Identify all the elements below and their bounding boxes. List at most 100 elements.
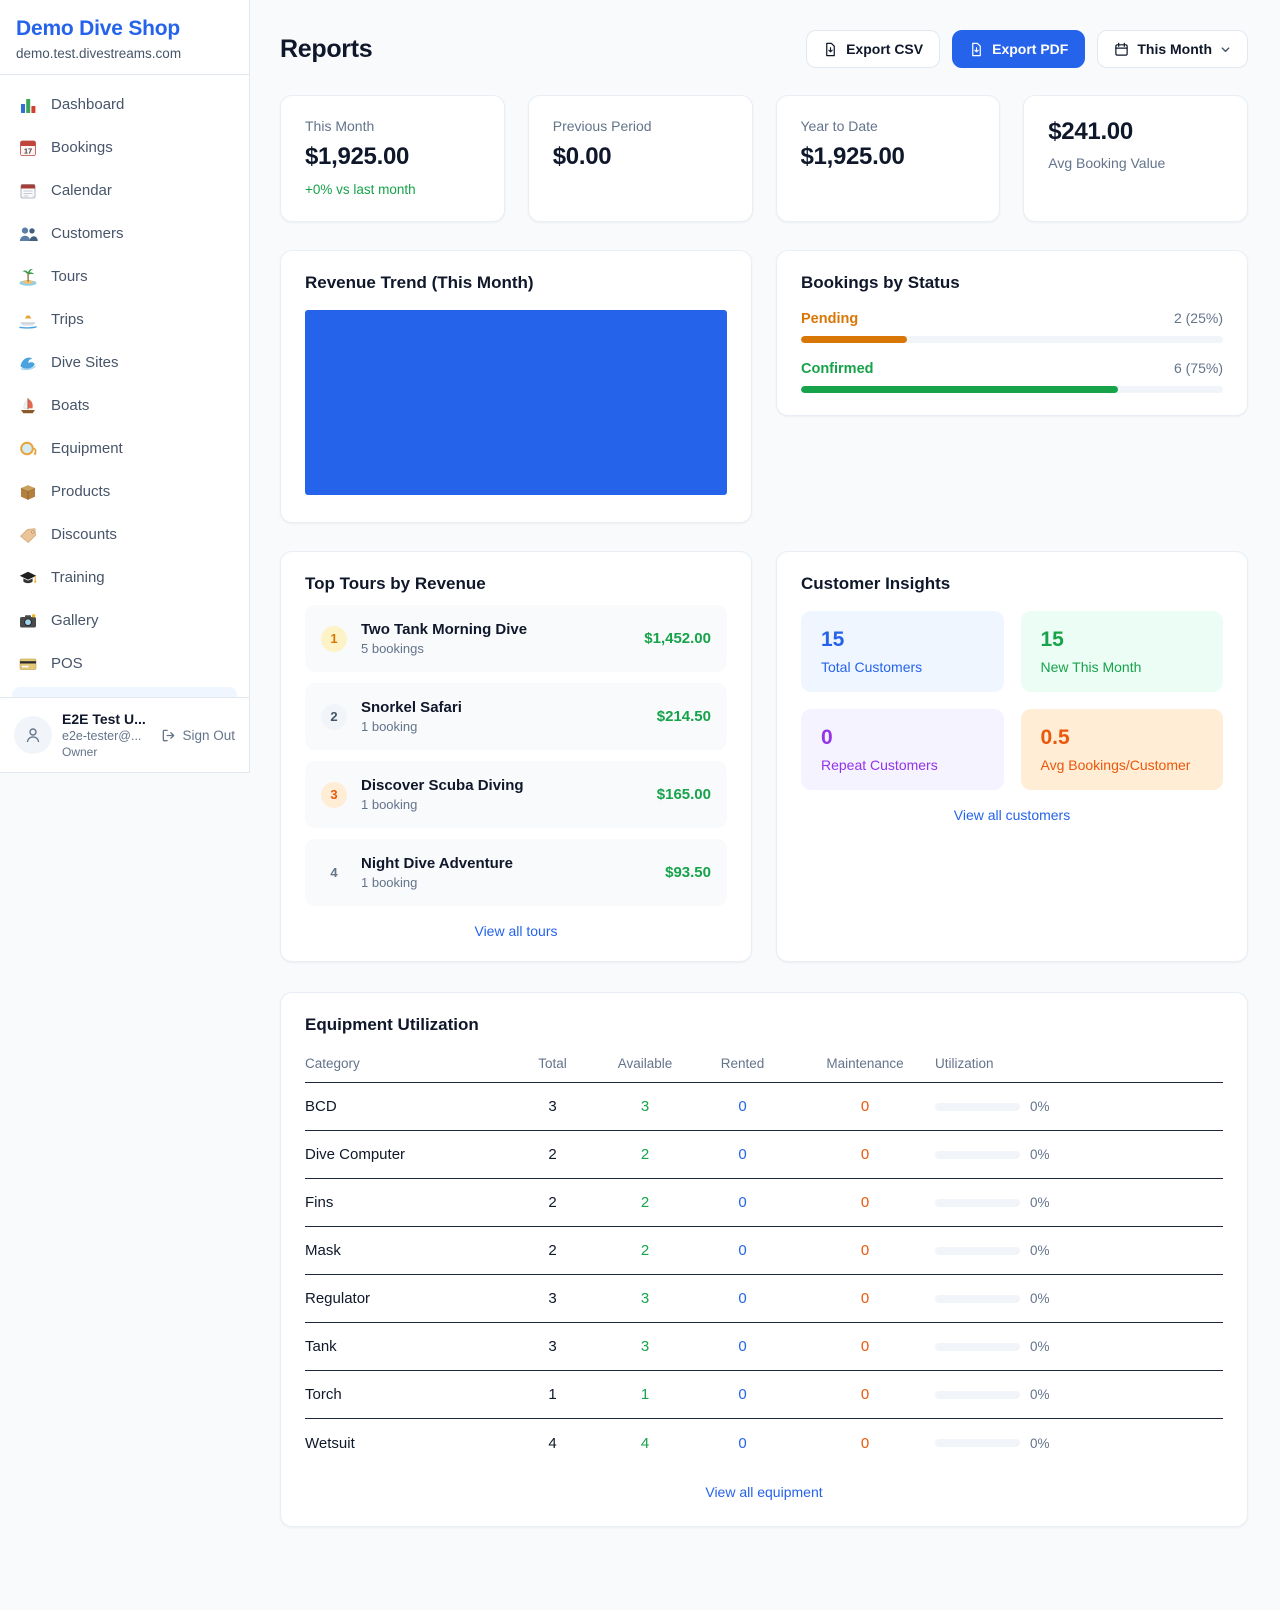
equip-category: BCD bbox=[305, 1098, 505, 1115]
equip-utilization: 0% bbox=[935, 1147, 1223, 1162]
period-selector[interactable]: This Month bbox=[1097, 30, 1248, 68]
equip-utilization: 0% bbox=[935, 1099, 1223, 1114]
sidebar-item-dashboard[interactable]: Dashboard bbox=[0, 83, 249, 126]
sidebar-item-customers[interactable]: Customers bbox=[0, 212, 249, 255]
sidebar-item-training[interactable]: Training bbox=[0, 556, 249, 599]
page: Demo Dive Shop demo.test.divestreams.com… bbox=[0, 0, 1280, 1527]
equip-utilization: 0% bbox=[935, 1339, 1223, 1354]
equip-category: Torch bbox=[305, 1386, 505, 1403]
equip-category: Tank bbox=[305, 1338, 505, 1355]
equip-maintenance: 0 bbox=[795, 1435, 935, 1452]
utilization-text: 0% bbox=[1030, 1436, 1050, 1451]
sidebar-item-bookings[interactable]: 17 Bookings bbox=[0, 126, 249, 169]
tour-revenue: $93.50 bbox=[665, 864, 711, 881]
stat-value: $1,925.00 bbox=[305, 143, 480, 171]
sidebar-item-label: Discounts bbox=[51, 526, 117, 543]
column-header: Maintenance bbox=[795, 1056, 935, 1071]
gallery-icon bbox=[18, 611, 38, 631]
equip-category: Mask bbox=[305, 1242, 505, 1259]
tour-name: Snorkel Safari bbox=[361, 699, 462, 716]
utilization-text: 0% bbox=[1030, 1291, 1050, 1306]
table-row: Dive Computer 2 2 0 0 0% bbox=[305, 1131, 1223, 1179]
brand-name[interactable]: Demo Dive Shop bbox=[16, 17, 233, 41]
sidebar-item-equipment[interactable]: Equipment bbox=[0, 427, 249, 470]
table-row: Wetsuit 4 4 0 0 0% bbox=[305, 1419, 1223, 1467]
sidebar-item-label: Training bbox=[51, 569, 105, 586]
file-download-icon bbox=[969, 42, 984, 57]
calendar-icon bbox=[18, 181, 38, 201]
sidebar-item-tours[interactable]: Tours bbox=[0, 255, 249, 298]
equip-total: 1 bbox=[505, 1386, 600, 1403]
sidebar-item-pos[interactable]: POS bbox=[0, 642, 249, 685]
equip-utilization: 0% bbox=[935, 1436, 1223, 1451]
tile-value: 15 bbox=[821, 628, 984, 652]
sidebar-item-gallery[interactable]: Gallery bbox=[0, 599, 249, 642]
equip-category: Regulator bbox=[305, 1290, 505, 1307]
sidebar-item-label: Dive Sites bbox=[51, 354, 119, 371]
user-email: e2e-tester@... bbox=[62, 729, 151, 743]
products-icon bbox=[18, 482, 38, 502]
sidebar-item-label: Tours bbox=[51, 268, 88, 285]
tour-name: Night Dive Adventure bbox=[361, 855, 513, 872]
export-pdf-button[interactable]: Export PDF bbox=[952, 30, 1085, 68]
person-icon bbox=[24, 726, 42, 744]
equip-available: 3 bbox=[600, 1290, 690, 1307]
tour-row: 3 Discover Scuba Diving 1 booking $165.0… bbox=[305, 761, 727, 828]
view-all-tours-link[interactable]: View all tours bbox=[305, 923, 727, 939]
stat-label: Year to Date bbox=[801, 118, 976, 134]
equip-available: 2 bbox=[600, 1146, 690, 1163]
view-all-equipment-link[interactable]: View all equipment bbox=[305, 1484, 1223, 1500]
equip-total: 2 bbox=[505, 1194, 600, 1211]
status-count: 2 (25%) bbox=[1174, 310, 1223, 326]
sidebar-item-boats[interactable]: Boats bbox=[0, 384, 249, 427]
status-row-confirmed: Confirmed 6 (75%) bbox=[801, 360, 1223, 393]
utilization-bar bbox=[935, 1391, 1020, 1399]
equip-maintenance: 0 bbox=[795, 1338, 935, 1355]
tour-name: Discover Scuba Diving bbox=[361, 777, 524, 794]
column-header: Utilization bbox=[935, 1056, 1223, 1071]
bookings-by-status-card: Bookings by Status Pending 2 (25%) Confi… bbox=[776, 250, 1248, 416]
equip-category: Wetsuit bbox=[305, 1435, 505, 1452]
sign-out-button[interactable]: Sign Out bbox=[161, 728, 235, 743]
sidebar-item-discounts[interactable]: Discounts bbox=[0, 513, 249, 556]
table-row: Regulator 3 3 0 0 0% bbox=[305, 1275, 1223, 1323]
sidebar-item-trips[interactable]: Trips bbox=[0, 298, 249, 341]
equipment-utilization-title: Equipment Utilization bbox=[305, 1015, 1223, 1035]
sidebar-item-reports[interactable] bbox=[12, 687, 237, 697]
export-csv-button[interactable]: Export CSV bbox=[806, 30, 940, 68]
equip-available: 2 bbox=[600, 1194, 690, 1211]
sidebar: Demo Dive Shop demo.test.divestreams.com… bbox=[0, 0, 250, 773]
sidebar-item-label: Gallery bbox=[51, 612, 99, 629]
equip-utilization: 0% bbox=[935, 1195, 1223, 1210]
equip-total: 2 bbox=[505, 1242, 600, 1259]
tour-row: 1 Two Tank Morning Dive 5 bookings $1,45… bbox=[305, 605, 727, 672]
svg-text:17: 17 bbox=[24, 146, 32, 155]
chevron-down-icon bbox=[1220, 44, 1231, 55]
dashboard-icon bbox=[18, 95, 38, 115]
equip-rented: 0 bbox=[690, 1290, 795, 1307]
sidebar-item-products[interactable]: Products bbox=[0, 470, 249, 513]
tour-bookings: 1 booking bbox=[361, 719, 462, 734]
column-header: Category bbox=[305, 1056, 505, 1071]
sidebar-item-label: POS bbox=[51, 655, 83, 672]
sidebar-item-label: Customers bbox=[51, 225, 124, 242]
utilization-text: 0% bbox=[1030, 1147, 1050, 1162]
user-footer: E2E Test U... e2e-tester@... Owner Sign … bbox=[0, 697, 249, 772]
stat-label: This Month bbox=[305, 118, 480, 134]
equip-maintenance: 0 bbox=[795, 1290, 935, 1307]
equip-utilization: 0% bbox=[935, 1291, 1223, 1306]
equip-total: 4 bbox=[505, 1435, 600, 1452]
tile-avg-bookings: 0.5 Avg Bookings/Customer bbox=[1021, 709, 1224, 790]
status-count: 6 (75%) bbox=[1174, 360, 1223, 376]
view-all-customers-link[interactable]: View all customers bbox=[801, 807, 1223, 823]
rank-badge: 1 bbox=[321, 626, 347, 652]
export-pdf-label: Export PDF bbox=[992, 41, 1068, 57]
equip-maintenance: 0 bbox=[795, 1242, 935, 1259]
tile-label: New This Month bbox=[1041, 659, 1204, 675]
main-content: Reports Export CSV Export PDF This Month bbox=[250, 0, 1280, 1527]
rank-badge: 4 bbox=[321, 860, 347, 886]
training-icon bbox=[18, 568, 38, 588]
sidebar-item-calendar[interactable]: Calendar bbox=[0, 169, 249, 212]
equip-total: 3 bbox=[505, 1098, 600, 1115]
sidebar-item-dive-sites[interactable]: Dive Sites bbox=[0, 341, 249, 384]
